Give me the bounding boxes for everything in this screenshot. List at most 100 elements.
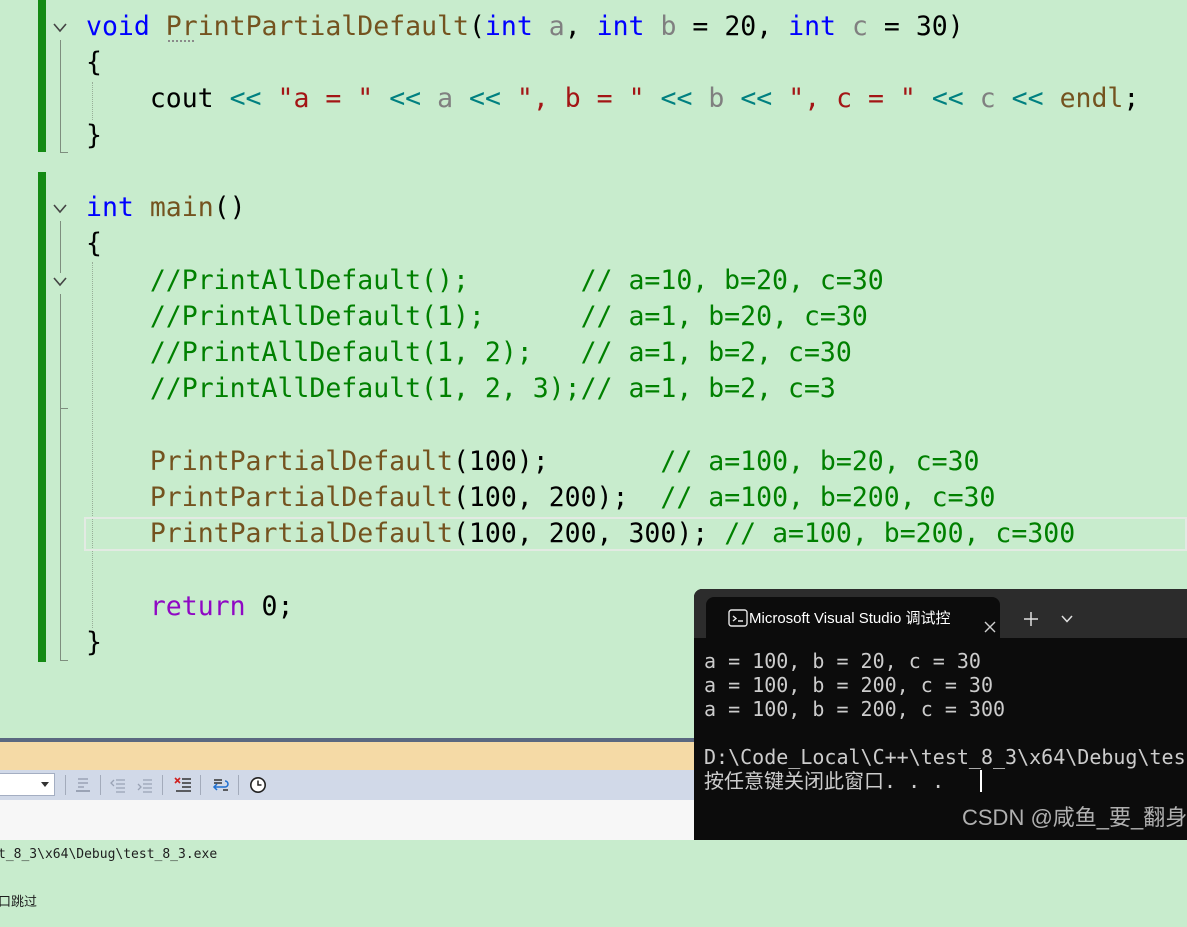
code-line[interactable]: //PrintAllDefault(1, 2, 3);// a=1, b=2, … (86, 371, 1139, 407)
plain-token: cout (86, 83, 230, 115)
plain-token: ( (468, 11, 485, 42)
parameter-token: a (548, 11, 565, 42)
output-line: 口跳过 (0, 895, 38, 910)
dropdown-arrow-icon (41, 782, 49, 787)
terminal-tab[interactable]: Microsoft Visual Studio 调试控 (706, 597, 1000, 638)
code-line[interactable]: { (86, 45, 1139, 81)
toolbar-separator (65, 775, 66, 795)
collapse-chevron-icon[interactable] (53, 204, 67, 214)
outline-region-line (60, 40, 61, 152)
watermark: CSDN @咸鱼_要_翻身 (962, 805, 1187, 830)
terminal-line: D:\Code_Local\C++\test_8_3\x64\Debug\tes (704, 745, 1186, 769)
function-name-token: main (149, 192, 214, 224)
comment-token: // a=100, b=200, c=30 (660, 482, 996, 514)
plain-token: , (564, 11, 597, 42)
clear-all-icon[interactable] (174, 776, 192, 794)
chevron-down-icon[interactable] (1061, 615, 1073, 623)
keyword-token: int (484, 11, 533, 42)
plain-token: } (86, 626, 102, 658)
control-keyword-token: return (149, 590, 246, 622)
parameter-token: b (660, 11, 677, 42)
code-line[interactable] (86, 408, 1139, 444)
plain-token: ; (1123, 83, 1140, 115)
operator-token: << (469, 83, 501, 115)
clock-icon[interactable] (249, 776, 267, 794)
parameter-token: c (851, 11, 868, 42)
change-tracking-bar (38, 172, 46, 662)
keyword-token: int (86, 192, 134, 224)
operator-token: << (740, 83, 773, 115)
find-message-icon[interactable] (74, 776, 92, 794)
plain-token: () (213, 192, 246, 224)
terminal-line: a = 100, b = 20, c = 30 (704, 649, 981, 673)
collapse-chevron-icon[interactable] (53, 23, 67, 33)
terminal-cursor (980, 770, 982, 792)
function-name-token: endl (1059, 83, 1124, 115)
comment-token: //PrintAllDefault(1); // a=1, b=20, c=30 (149, 300, 868, 332)
keyword-token: int (596, 11, 645, 42)
plain-token: = 20, (676, 11, 789, 42)
comment-token: // a=100, b=20, c=30 (660, 445, 980, 477)
code-line[interactable]: int main() (86, 190, 1139, 226)
code-line[interactable] (86, 154, 1139, 190)
outline-region-end (60, 152, 68, 153)
terminal-line: 按任意键关闭此窗口. . . (704, 769, 945, 793)
code-line[interactable]: void PrintPartialDefault(int a, int b = … (86, 9, 1139, 45)
comment-token: // a=100, b=200, c=300 (724, 518, 1076, 550)
plain-token: (100); (452, 445, 661, 477)
outline-region-end (60, 408, 68, 409)
code-line[interactable]: //PrintAllDefault(1, 2); // a=1, b=2, c=… (86, 335, 1139, 371)
terminal-tab-title: Microsoft Visual Studio 调试控 (749, 610, 951, 627)
next-message-icon[interactable] (136, 776, 154, 794)
code-line[interactable]: PrintPartialDefault(100, 200); // a=100,… (86, 480, 1139, 516)
code-lines[interactable]: void PrintPartialDefault(int a, int b = … (86, 9, 1139, 661)
plain-token: { (86, 47, 102, 79)
code-line[interactable] (86, 553, 1139, 589)
operator-token: << (389, 83, 422, 115)
plus-icon[interactable] (1023, 611, 1039, 627)
word-wrap-icon[interactable] (212, 776, 230, 794)
comment-token: //PrintAllDefault(); // a=10, b=20, c=30 (149, 264, 884, 296)
keyword-token: void (86, 11, 150, 42)
outline-region-line (60, 294, 61, 660)
parameter-token: b (708, 83, 725, 115)
parameter-token: a (437, 83, 454, 115)
code-line[interactable]: //PrintAllDefault(); // a=10, b=20, c=30 (86, 263, 1139, 299)
plain-token: = 30) (867, 11, 964, 42)
code-line[interactable]: cout << "a = " << a << ", b = " << b << … (86, 81, 1140, 117)
code-line[interactable]: } (86, 118, 1139, 154)
close-icon[interactable] (984, 621, 996, 633)
plain-token: (100, 200); (452, 482, 661, 514)
debug-console-window[interactable]: Microsoft Visual Studio 调试控 a = 100, b =… (694, 589, 1187, 840)
function-name-token: PrintPartialDefault (165, 11, 469, 42)
keyword-token: int (788, 11, 837, 42)
collapse-chevron-icon[interactable] (53, 277, 67, 287)
code-line[interactable]: PrintPartialDefault(100, 200, 300); // a… (86, 516, 1139, 552)
terminal-line: a = 100, b = 200, c = 30 (704, 673, 993, 697)
toolbar-separator (238, 775, 239, 795)
output-line: t_8_3\x64\Debug\test_8_3.exe (0, 847, 218, 862)
terminal-line: a = 100, b = 200, c = 300 (704, 697, 1006, 721)
output-source-dropdown[interactable] (0, 773, 55, 796)
code-line[interactable]: PrintPartialDefault(100); // a=100, b=20… (86, 444, 1139, 480)
toolbar-separator (100, 775, 101, 795)
code-line[interactable]: { (86, 226, 1139, 262)
previous-message-icon[interactable] (109, 776, 127, 794)
toolbar-separator (200, 775, 201, 795)
code-line[interactable]: //PrintAllDefault(1); // a=1, b=20, c=30 (86, 299, 1139, 335)
